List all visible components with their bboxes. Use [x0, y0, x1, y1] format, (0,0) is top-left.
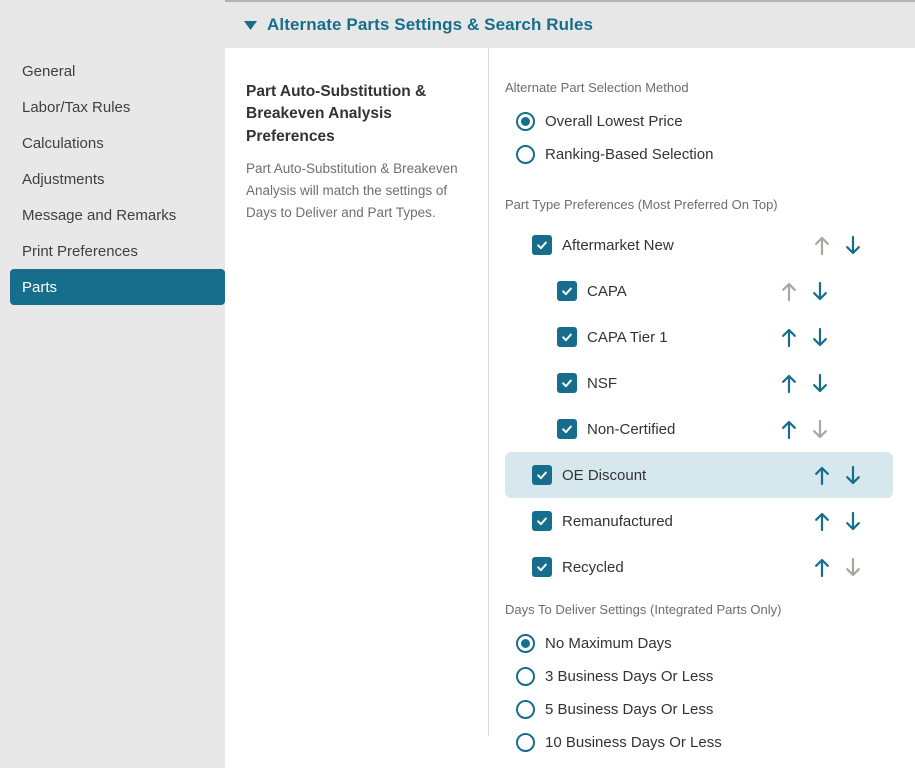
part-type-label: CAPA [587, 283, 627, 300]
days-to-deliver-option-3-business-days-or-less[interactable]: 3 Business Days Or Less [505, 660, 915, 693]
settings-page: GeneralLabor/Tax RulesCalculationsAdjust… [0, 0, 915, 768]
checkbox-checked-icon[interactable] [532, 557, 552, 577]
move-down-arrow-icon[interactable] [812, 327, 828, 348]
days-to-deliver-option-10-business-days-or-less[interactable]: 10 Business Days Or Less [505, 726, 915, 759]
move-up-arrow-icon [814, 235, 830, 256]
part-type-row-capa: CAPA [505, 268, 893, 314]
settings-sidebar: GeneralLabor/Tax RulesCalculationsAdjust… [0, 0, 225, 768]
checkbox-checked-icon[interactable] [532, 465, 552, 485]
radio-selected-icon[interactable] [516, 112, 535, 131]
move-down-arrow-icon[interactable] [812, 373, 828, 394]
sidebar-item-message-and-remarks[interactable]: Message and Remarks [0, 197, 225, 233]
part-type-label: Non-Certified [587, 421, 675, 438]
days-to-deliver-label: Days To Deliver Settings (Integrated Par… [505, 602, 915, 617]
radio-unselected-icon[interactable] [516, 733, 535, 752]
part-type-row-oe-discount: OE Discount [505, 452, 893, 498]
radio-label: 3 Business Days Or Less [545, 668, 713, 685]
part-type-row-capa-tier-1: CAPA Tier 1 [505, 314, 893, 360]
move-down-arrow-icon [845, 557, 861, 578]
reorder-arrows [814, 544, 861, 590]
radio-label: No Maximum Days [545, 635, 672, 652]
sidebar-item-adjustments[interactable]: Adjustments [0, 161, 225, 197]
section-header-toggle[interactable]: Alternate Parts Settings & Search Rules [225, 0, 915, 48]
sidebar-item-labor-tax-rules[interactable]: Labor/Tax Rules [0, 89, 225, 125]
reorder-arrows [781, 360, 828, 406]
move-up-arrow-icon[interactable] [814, 465, 830, 486]
checkbox-checked-icon[interactable] [557, 373, 577, 393]
radio-label: Ranking-Based Selection [545, 146, 713, 163]
move-down-arrow-icon[interactable] [845, 511, 861, 532]
part-type-row-aftermarket-new: Aftermarket New [505, 222, 893, 268]
checkbox-checked-icon[interactable] [557, 419, 577, 439]
reorder-arrows [781, 406, 828, 452]
radio-unselected-icon[interactable] [516, 700, 535, 719]
radio-label: 5 Business Days Or Less [545, 701, 713, 718]
radio-selected-icon[interactable] [516, 634, 535, 653]
selection-method-option-overall-lowest-price[interactable]: Overall Lowest Price [505, 105, 915, 138]
preferences-description-column: Part Auto-Substitution & Breakeven Analy… [246, 48, 489, 736]
move-down-arrow-icon[interactable] [845, 235, 861, 256]
section-content: Part Auto-Substitution & Breakeven Analy… [225, 48, 915, 752]
sidebar-item-calculations[interactable]: Calculations [0, 125, 225, 161]
reorder-arrows [781, 314, 828, 360]
checkbox-checked-icon[interactable] [532, 235, 552, 255]
part-type-label: CAPA Tier 1 [587, 329, 668, 346]
move-up-arrow-icon[interactable] [781, 327, 797, 348]
move-down-arrow-icon[interactable] [845, 465, 861, 486]
radio-unselected-icon[interactable] [516, 667, 535, 686]
part-type-label: OE Discount [562, 467, 646, 484]
days-to-deliver-option-no-maximum-days[interactable]: No Maximum Days [505, 627, 915, 660]
checkbox-checked-icon[interactable] [532, 511, 552, 531]
part-type-preferences-list: Aftermarket New CAPA CAPA Tier 1 NSF Non-Cer… [505, 222, 915, 590]
preferences-settings-column: Alternate Part Selection Method Overall … [489, 48, 915, 736]
sidebar-item-parts[interactable]: Parts [10, 269, 225, 305]
part-type-row-nsf: NSF [505, 360, 893, 406]
preferences-description: Part Auto-Substitution & Breakeven Analy… [246, 158, 478, 223]
reorder-arrows [781, 268, 828, 314]
move-up-arrow-icon[interactable] [781, 419, 797, 440]
section-title: Alternate Parts Settings & Search Rules [267, 15, 593, 35]
radio-label: 10 Business Days Or Less [545, 734, 722, 751]
sidebar-item-print-preferences[interactable]: Print Preferences [0, 233, 225, 269]
part-type-row-recycled: Recycled [505, 544, 893, 590]
part-type-label: Remanufactured [562, 513, 673, 530]
move-down-arrow-icon[interactable] [812, 281, 828, 302]
part-type-row-non-certified: Non-Certified [505, 406, 893, 452]
part-type-label: NSF [587, 375, 617, 392]
days-to-deliver-option-5-business-days-or-less[interactable]: 5 Business Days Or Less [505, 693, 915, 726]
preferences-heading: Part Auto-Substitution & Breakeven Analy… [246, 81, 478, 148]
reorder-arrows [814, 498, 861, 544]
reorder-arrows [814, 222, 861, 268]
days-to-deliver-radio-group: No Maximum Days 3 Business Days Or Less 5 … [505, 627, 915, 759]
part-type-preferences-label: Part Type Preferences (Most Preferred On… [505, 197, 915, 212]
sidebar-item-general[interactable]: General [0, 53, 225, 89]
part-type-row-remanufactured: Remanufactured [505, 498, 893, 544]
move-up-arrow-icon[interactable] [781, 373, 797, 394]
move-up-arrow-icon[interactable] [814, 557, 830, 578]
radio-unselected-icon[interactable] [516, 145, 535, 164]
checkbox-checked-icon[interactable] [557, 281, 577, 301]
chevron-down-icon [244, 21, 257, 30]
part-type-label: Aftermarket New [562, 237, 674, 254]
part-type-label: Recycled [562, 559, 624, 576]
checkbox-checked-icon[interactable] [557, 327, 577, 347]
move-up-arrow-icon [781, 281, 797, 302]
selection-method-option-ranking-based-selection[interactable]: Ranking-Based Selection [505, 138, 915, 171]
reorder-arrows [814, 452, 861, 498]
move-up-arrow-icon[interactable] [814, 511, 830, 532]
selection-method-label: Alternate Part Selection Method [505, 80, 915, 95]
move-down-arrow-icon [812, 419, 828, 440]
sidebar-items: GeneralLabor/Tax RulesCalculationsAdjust… [0, 53, 225, 305]
selection-method-radio-group: Overall Lowest Price Ranking-Based Select… [505, 105, 915, 171]
main-panel: Alternate Parts Settings & Search Rules … [225, 0, 915, 768]
radio-label: Overall Lowest Price [545, 113, 683, 130]
